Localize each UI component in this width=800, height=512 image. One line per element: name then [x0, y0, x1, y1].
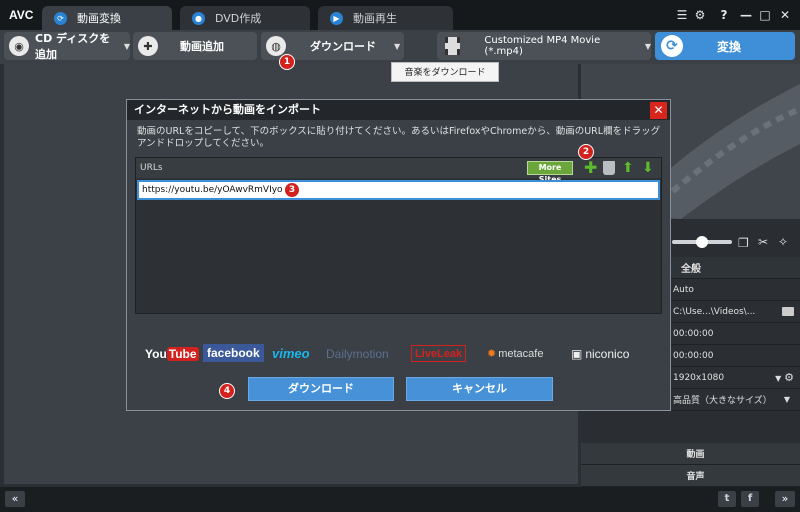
add-video-label: 動画追加 [180, 40, 224, 53]
profile-select[interactable]: Customized MP4 Movie (*.mp4) ▼ [437, 32, 651, 60]
profile-label: Customized MP4 Movie (*.mp4) [484, 35, 601, 57]
metacafe-icon: ✹ [487, 348, 497, 360]
globe-download-icon: ◍ [266, 36, 286, 56]
dialog-close-button[interactable]: ✕ [650, 102, 667, 119]
dialog-download-button[interactable]: ダウンロード [248, 377, 394, 401]
section-audio[interactable]: 音声 [581, 465, 800, 487]
facebook-logo: facebook [203, 344, 264, 362]
help-icon[interactable]: ? [716, 7, 732, 23]
film-icon [445, 37, 461, 55]
url-list-panel: URLs More Sites ✚ ⬆ ⬇ https://youtu.be/y… [135, 157, 662, 314]
supported-sites: You Tube facebook vimeo Dailymotion LiveL… [127, 341, 670, 366]
slider-handle[interactable] [696, 236, 708, 248]
chevron-down-icon[interactable]: ▼ [775, 374, 781, 383]
convert-label: 変換 [717, 39, 742, 54]
download-label: ダウンロード [310, 40, 376, 53]
tab-dvd-create[interactable]: ● DVD作成 [180, 6, 310, 30]
niconico-icon: ▣ [571, 346, 583, 361]
disc-icon: ● [192, 11, 205, 25]
url-list-header: URLs [136, 158, 661, 178]
quality-value: 高品質（大きなサイズ） [673, 396, 772, 406]
chevron-down-icon[interactable]: ▼ [124, 42, 130, 51]
app-logo: AVC [9, 8, 34, 22]
tab-label: 動画変換 [77, 12, 121, 25]
niconico-logo: ▣ niconico [571, 346, 630, 361]
download-music-menu-item[interactable]: 音楽をダウンロード [391, 62, 499, 82]
section-video-label: 動画 [686, 450, 705, 460]
more-sites-button[interactable]: More Sites [527, 161, 573, 184]
time-value: 00:00:00 [673, 328, 714, 339]
dialog-title: インターネットから動画をインポート [127, 100, 670, 120]
twitter-icon[interactable]: t [718, 491, 736, 507]
urls-label: URLs [140, 163, 163, 173]
step-badge-3: 3 [284, 182, 300, 198]
tab-video-convert[interactable]: ⟳ 動画変換 [42, 6, 172, 30]
step-badge-1: 1 [279, 54, 295, 70]
dailymotion-logo: Dailymotion [326, 346, 389, 361]
url-input-row[interactable]: https://youtu.be/yOAwvRmVIyo [137, 180, 660, 200]
scissors-icon[interactable]: ✂ [758, 235, 768, 249]
convert-icon: ⟳ [54, 11, 67, 25]
youtube-logo: You Tube [145, 346, 199, 361]
tab-label: 動画再生 [353, 12, 397, 25]
output-path-value: C:\Use...\Videos\... [673, 306, 756, 317]
dialog-cancel-button[interactable]: キャンセル [406, 377, 553, 401]
add-video-button[interactable]: ✚ 動画追加 [133, 32, 257, 60]
trash-icon[interactable] [603, 161, 615, 175]
play-icon: ▶ [330, 11, 343, 25]
auto-value: Auto [673, 284, 694, 295]
film-add-icon: ✚ [138, 36, 158, 56]
disc-add-icon: ◉ [9, 36, 29, 56]
chevron-down-icon: ▼ [644, 41, 651, 51]
liveleak-logo: LiveLeak [411, 345, 467, 362]
tab-video-play[interactable]: ▶ 動画再生 [318, 6, 453, 30]
resolution-value: 1920x1080 [673, 372, 725, 383]
chevron-down-icon: ▼ [783, 395, 790, 404]
facebook-icon[interactable]: f [741, 491, 759, 507]
collapse-button[interactable]: « [5, 491, 25, 507]
close-icon[interactable]: ✕ [777, 7, 793, 23]
section-video[interactable]: 動画 [581, 443, 800, 465]
copy-icon[interactable]: ❐ [738, 236, 749, 250]
bottom-bar [0, 487, 800, 512]
add-cd-button[interactable]: ◉ CD ディスクを追加 ▼ [4, 32, 130, 61]
convert-button[interactable]: ⟳ 変換 [655, 32, 795, 60]
arrow-up-icon[interactable]: ⬆ [622, 159, 634, 177]
menu-icon[interactable]: ☰ [674, 7, 690, 23]
add-icon[interactable]: ✚ [584, 159, 597, 177]
step-badge-4: 4 [219, 383, 235, 399]
magic-icon[interactable]: ✧ [778, 235, 788, 249]
metacafe-logo: ✹ metacafe [487, 347, 544, 361]
step-badge-2: 2 [578, 144, 594, 160]
time-value: 00:00:00 [673, 350, 714, 361]
gear-icon[interactable]: ⚙ [784, 371, 794, 384]
folder-icon[interactable] [782, 307, 794, 316]
gear-icon[interactable]: ⚙ [692, 7, 708, 23]
section-audio-label: 音声 [686, 472, 705, 482]
chevron-down-icon[interactable]: ▼ [394, 42, 400, 51]
minimize-icon[interactable]: — [738, 7, 754, 23]
arrow-down-icon[interactable]: ⬇ [642, 159, 654, 177]
maximize-icon[interactable]: □ [757, 7, 773, 23]
url-value: https://youtu.be/yOAwvRmVIyo [142, 185, 283, 195]
tab-label: DVD作成 [215, 12, 262, 25]
section-general-label: 全般 [681, 264, 701, 275]
vimeo-logo: vimeo [272, 346, 310, 361]
convert-icon: ⟳ [661, 35, 683, 57]
expand-button[interactable]: » [775, 491, 795, 507]
add-cd-label: CD ディスクを追加 [35, 32, 111, 61]
